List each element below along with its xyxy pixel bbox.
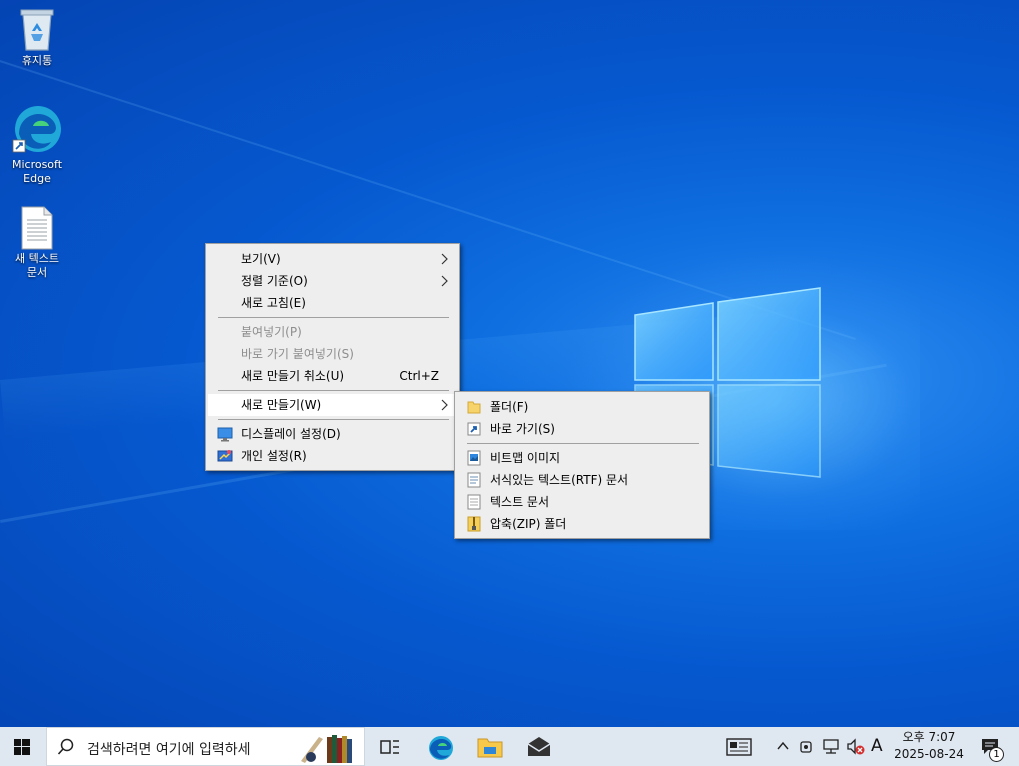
recycle-bin-label: 휴지통 <box>21 54 53 67</box>
search-placeholder: 검색하려면 여기에 입력하세 <box>87 742 251 758</box>
start-button[interactable] <box>0 727 46 766</box>
menu-item-label: 정렬 기준(O) <box>241 274 308 288</box>
menu-item-display-settings[interactable]: 디스플레이 설정(D) <box>208 423 457 445</box>
menu-item-paste-shortcut[interactable]: 바로 가기 붙여넣기(S) <box>208 343 457 365</box>
menu-item-label: 디스플레이 설정(D) <box>241 427 341 441</box>
edge-icon <box>429 736 453 760</box>
menu-separator <box>218 419 449 420</box>
chevron-right-icon <box>441 275 448 287</box>
menu-separator <box>218 390 449 391</box>
volume-muted-icon <box>847 738 865 755</box>
taskbar-mail-button[interactable] <box>516 727 560 766</box>
text-document-label-line1: 새 텍스트 <box>15 252 59 265</box>
windows-start-icon <box>14 739 30 755</box>
tray-network-button[interactable] <box>820 727 842 766</box>
menu-item-label: 서식있는 텍스트(RTF) 문서 <box>490 473 629 487</box>
mail-icon <box>527 737 551 756</box>
tray-meet-button[interactable] <box>797 727 815 766</box>
notification-center-button[interactable]: 1 <box>978 727 1008 766</box>
menu-item-label: 붙여넣기(P) <box>241 325 302 339</box>
desktop-context-menu: 보기(V) 정렬 기준(O) 새로 고침(E) 붙여넣기(P) 바로 가기 붙여… <box>205 243 460 471</box>
bitmap-icon <box>467 450 481 466</box>
tray-volume-button[interactable] <box>845 727 867 766</box>
news-widget-button[interactable] <box>724 727 754 766</box>
submenu-item-bitmap[interactable]: 비트맵 이미지 <box>457 447 707 469</box>
submenu-item-folder[interactable]: 폴더(F) <box>457 396 707 418</box>
taskbar-clock[interactable]: 오후 7:07 2025-08-24 <box>889 729 969 763</box>
menu-item-undo-new[interactable]: 새로 만들기 취소(U) Ctrl+Z <box>208 365 457 387</box>
shortcut-icon <box>467 422 481 436</box>
input-method-indicator[interactable]: A <box>871 736 883 756</box>
desktop-icon-new-text-document[interactable]: 새 텍스트 문서 <box>0 206 74 280</box>
submenu-item-shortcut[interactable]: 바로 가기(S) <box>457 418 707 440</box>
menu-item-label: 폴더(F) <box>490 400 529 414</box>
personalize-icon <box>217 450 233 462</box>
task-view-icon <box>380 740 399 754</box>
new-submenu: 폴더(F) 바로 가기(S) 비트맵 이미지 서식있는 텍스트(RTF) 문서 <box>454 391 710 539</box>
folder-icon <box>467 401 481 414</box>
display-icon <box>217 427 233 442</box>
edge-label-line2: Edge <box>23 172 51 185</box>
menu-item-label: 새로 만들기(W) <box>241 398 322 412</box>
zip-folder-icon <box>467 516 481 532</box>
menu-item-view[interactable]: 보기(V) <box>208 248 457 270</box>
menu-item-label: 개인 설정(R) <box>241 449 307 463</box>
menu-item-label: 새로 만들기 취소(U) <box>241 369 345 383</box>
chevron-right-icon <box>441 253 448 265</box>
rtf-document-icon <box>467 472 481 488</box>
edge-icon <box>12 106 61 153</box>
submenu-item-rtf-document[interactable]: 서식있는 텍스트(RTF) 문서 <box>457 469 707 491</box>
menu-item-refresh[interactable]: 새로 고침(E) <box>208 292 457 314</box>
menu-item-label: 바로 가기 붙여넣기(S) <box>241 347 354 361</box>
text-document-icon <box>21 206 53 250</box>
chevron-right-icon <box>441 399 448 411</box>
menu-item-label: 텍스트 문서 <box>490 495 550 509</box>
submenu-item-text-document[interactable]: 텍스트 문서 <box>457 491 707 513</box>
search-icon <box>57 738 74 755</box>
submenu-item-zip-folder[interactable]: 압축(ZIP) 폴더 <box>457 513 707 535</box>
recycle-bin-icon <box>20 9 54 51</box>
desktop[interactable]: 휴지통 Microsoft Edge 새 텍스트 문서 보기(V) 정렬 기준(… <box>0 0 1019 727</box>
menu-item-sort-by[interactable]: 정렬 기준(O) <box>208 270 457 292</box>
text-document-icon <box>467 494 481 510</box>
taskbar-file-explorer-button[interactable] <box>467 727 511 766</box>
clock-time: 오후 7:07 <box>902 730 956 744</box>
desktop-icon-edge[interactable]: Microsoft Edge <box>0 104 74 186</box>
menu-item-label: 압축(ZIP) 폴더 <box>490 517 567 531</box>
clock-date: 2025-08-24 <box>894 747 964 761</box>
menu-item-label: 보기(V) <box>241 252 281 266</box>
menu-separator <box>467 443 699 444</box>
desktop-icon-recycle-bin[interactable]: 휴지통 <box>0 6 74 68</box>
camera-icon <box>800 741 812 753</box>
edge-label-line1: Microsoft <box>11 158 63 171</box>
taskbar-search-box[interactable]: 검색하려면 여기에 입력하세 <box>46 727 365 766</box>
taskbar: 검색하려면 여기에 입력하세 A 오후 7:07 2025-08-24 1 <box>0 727 1019 766</box>
notification-badge: 1 <box>989 747 1004 762</box>
news-icon <box>726 738 752 756</box>
menu-item-paste[interactable]: 붙여넣기(P) <box>208 321 457 343</box>
taskbar-edge-button[interactable] <box>418 727 462 766</box>
chevron-up-icon <box>777 741 789 750</box>
task-view-button[interactable] <box>368 727 412 766</box>
menu-item-label: 새로 고침(E) <box>241 296 306 310</box>
menu-item-shortcut: Ctrl+Z <box>399 369 439 383</box>
menu-item-new[interactable]: 새로 만들기(W) <box>208 394 457 416</box>
file-explorer-icon <box>477 738 503 758</box>
text-document-label-line2: 문서 <box>26 266 48 279</box>
menu-item-personalize[interactable]: 개인 설정(R) <box>208 445 457 467</box>
notification-count: 1 <box>993 749 1000 760</box>
menu-item-label: 비트맵 이미지 <box>490 451 561 465</box>
menu-separator <box>218 317 449 318</box>
show-hidden-icons-button[interactable] <box>774 727 792 766</box>
menu-item-label: 바로 가기(S) <box>490 422 555 436</box>
search-highlight-books-icon <box>301 735 352 763</box>
network-icon <box>823 739 839 754</box>
